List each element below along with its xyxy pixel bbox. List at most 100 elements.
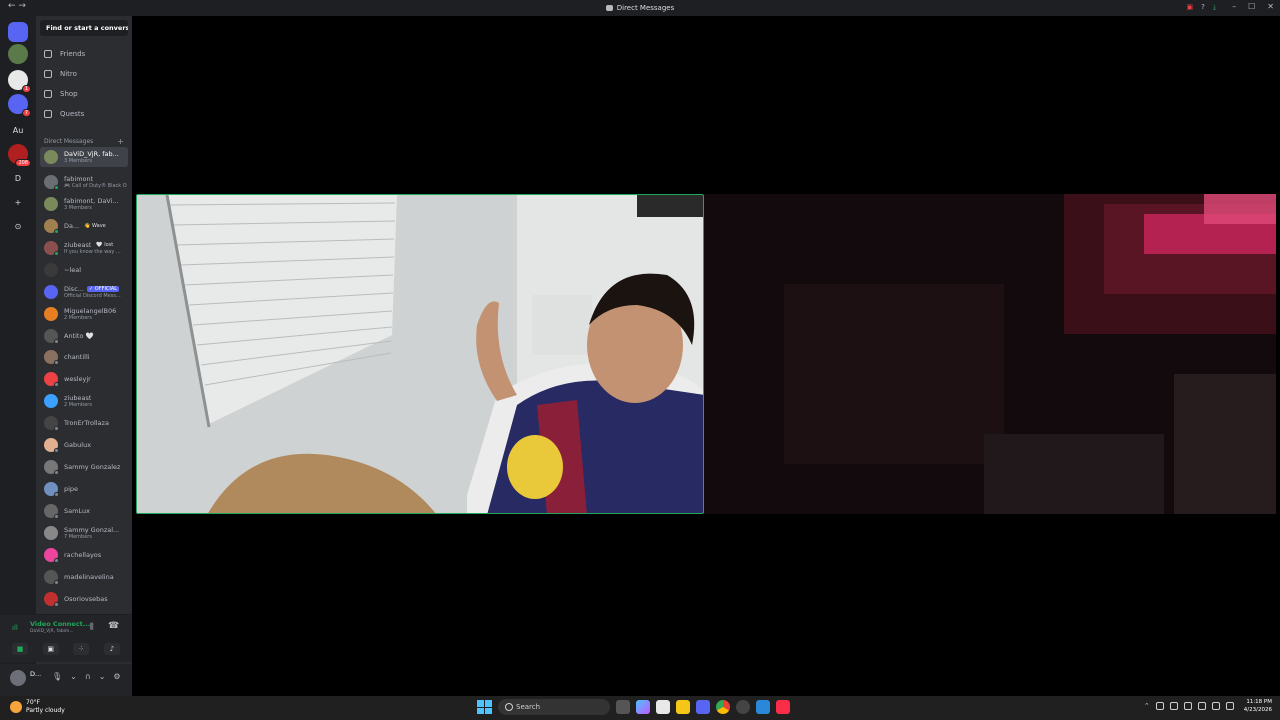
dm-subtext: 2 Members — [64, 402, 92, 408]
dm-item[interactable]: ~leal — [40, 260, 128, 280]
dm-item[interactable]: DaViD_VjR, fab... 3 Members — [40, 147, 128, 167]
dm-item[interactable]: SamLux — [40, 501, 128, 521]
guild-server-d[interactable]: D — [8, 168, 28, 188]
noise-suppression-icon[interactable]: ⫼ — [90, 622, 94, 632]
discord-app-icon[interactable] — [696, 700, 710, 714]
camera-button[interactable]: ■ — [12, 643, 28, 655]
dm-item[interactable]: fabimont, DaVi... 3 Members — [40, 194, 128, 214]
tray-app-icon[interactable] — [1183, 702, 1192, 710]
video-tile-participant[interactable] — [704, 194, 1276, 514]
music-icon[interactable] — [776, 700, 790, 714]
activities-button[interactable]: ⁘ — [73, 643, 90, 655]
dm-item[interactable]: pipe — [40, 479, 128, 499]
tray-app-icon[interactable] — [1169, 702, 1178, 710]
disconnect-icon[interactable]: ☎ — [108, 621, 119, 631]
dm-item[interactable]: fabimont 🎮 Call of Duty® Black O — [40, 172, 128, 192]
status-indicator — [54, 426, 59, 431]
dm-tag[interactable]: 👋 Wave — [82, 223, 108, 229]
dm-item[interactable]: ziubeast 🤍 lost If you know the way ... — [40, 238, 128, 258]
dm-item[interactable]: Gabulux — [40, 435, 128, 455]
headphones-icon[interactable]: ∩ — [85, 672, 91, 681]
voice-channel[interactable]: DaViD_VjR, fabim... — [30, 629, 74, 634]
nav-item-friends[interactable]: Friends — [40, 46, 128, 62]
dm-item[interactable]: madelinavelina — [40, 567, 128, 587]
dm-name: DaViD_VjR, fab... — [64, 150, 119, 158]
username[interactable]: D... — [30, 670, 41, 678]
start-icon[interactable] — [476, 699, 492, 715]
close-button[interactable]: ✕ — [1267, 2, 1274, 11]
guild-discover[interactable]: ⊙ — [8, 216, 28, 236]
guild-server-c[interactable]: 7 — [8, 94, 31, 117]
dm-name: Gabulux — [64, 441, 92, 449]
tray-app-icon[interactable] — [1155, 702, 1164, 710]
inbox-icon[interactable]: ▣ — [1187, 3, 1194, 12]
create-dm-button[interactable]: + — [117, 137, 124, 146]
dm-item[interactable]: chantilli — [40, 347, 128, 367]
chevron-down-icon[interactable]: ⌄ — [70, 672, 77, 681]
dm-name: madelinavelina — [64, 573, 114, 581]
guild-server-au[interactable]: Au — [8, 120, 28, 140]
dm-item[interactable]: Antito 🤍 — [40, 326, 128, 346]
dm-item[interactable]: Osoriovsebas — [40, 589, 128, 609]
video-tile-speaking[interactable] — [136, 194, 704, 514]
video-frame-room — [137, 195, 703, 513]
avatar — [44, 263, 58, 277]
dm-subtext: 🎮 Call of Duty® Black O — [64, 183, 127, 189]
gear-icon[interactable]: ⚙ — [113, 672, 120, 681]
avatar[interactable] — [10, 670, 26, 686]
screenshare-button[interactable]: ▣ — [42, 643, 59, 655]
download-icon[interactable]: ⤓ — [1213, 3, 1216, 12]
guild-home[interactable] — [8, 22, 28, 42]
nav-item-nitro[interactable]: Nitro — [40, 66, 128, 82]
guild-server-e[interactable]: 208 — [8, 144, 31, 167]
dm-name: chantilli — [64, 353, 90, 361]
status-indicator — [54, 185, 59, 190]
weather-condition: Partly cloudy — [26, 707, 65, 714]
weather-icon — [10, 701, 22, 713]
dm-item[interactable]: TronErTrollaza — [40, 413, 128, 433]
minimize-button[interactable]: – — [1232, 2, 1236, 11]
dm-item[interactable]: wesleyjr — [40, 369, 128, 389]
dm-item[interactable]: Sammy Gonzalez — [40, 457, 128, 477]
guild-add-server[interactable]: + — [8, 192, 28, 212]
find-conversation-input[interactable]: Find or start a convers... — [40, 20, 128, 36]
task-view-icon[interactable] — [616, 700, 630, 714]
soundboard-button[interactable]: ♪ — [103, 643, 120, 655]
dm-item[interactable]: rachellayos — [40, 545, 128, 565]
chevron-down-icon[interactable]: ⌄ — [99, 672, 106, 681]
taskbar-search[interactable]: Search — [498, 699, 610, 715]
copilot-icon[interactable] — [636, 700, 650, 714]
chrome-icon[interactable] — [716, 700, 730, 714]
dm-name: fabimont, DaVi... — [64, 197, 119, 205]
maximize-button[interactable]: ☐ — [1248, 2, 1255, 11]
help-icon[interactable]: ? — [1201, 3, 1205, 12]
mic-icon[interactable]: 🎙︎ — [52, 672, 62, 681]
file-explorer-icon[interactable] — [676, 700, 690, 714]
dm-item[interactable]: Sammy Gonzal... 7 Members — [40, 523, 128, 543]
nav-item-shop[interactable]: Shop — [40, 86, 128, 102]
clock[interactable]: 11:18 PM 4/23/2026 — [1244, 698, 1272, 714]
chevron-up-icon[interactable]: ⌃ — [1144, 702, 1150, 710]
avatar — [44, 570, 59, 585]
dm-name: ~leal — [64, 266, 82, 274]
battery-icon[interactable] — [1225, 702, 1234, 710]
server-rail: 1 7 Au 208 D + ⊙ — [0, 16, 36, 696]
dm-tag: ✓ OFFICIAL — [86, 286, 120, 292]
dm-name: MiguelangelB06 — [64, 307, 117, 315]
notes-icon[interactable] — [756, 700, 770, 714]
volume-icon[interactable] — [1211, 702, 1220, 710]
discord-icon — [605, 5, 613, 11]
guild-server-b[interactable]: 1 — [8, 70, 31, 93]
dm-item[interactable]: ziubeast 2 Members — [40, 391, 128, 411]
dm-item[interactable]: Disc... ✓ OFFICIAL Official Discord Mess..… — [40, 282, 128, 302]
dm-item[interactable]: MiguelangelB06 2 Members — [40, 304, 128, 324]
network-icon[interactable] — [1197, 702, 1206, 710]
store-icon[interactable] — [656, 700, 670, 714]
nav-item-label: Quests — [60, 110, 85, 118]
nav-item-quests[interactable]: Quests — [40, 106, 128, 122]
weather-widget[interactable]: 70°F Partly cloudy — [10, 699, 65, 715]
gpu-app-icon[interactable] — [736, 700, 750, 714]
guild-server-a[interactable] — [8, 44, 28, 64]
dm-item[interactable]: Da... 👋 Wave — [40, 216, 128, 236]
mention-badge: 1 — [21, 85, 31, 93]
